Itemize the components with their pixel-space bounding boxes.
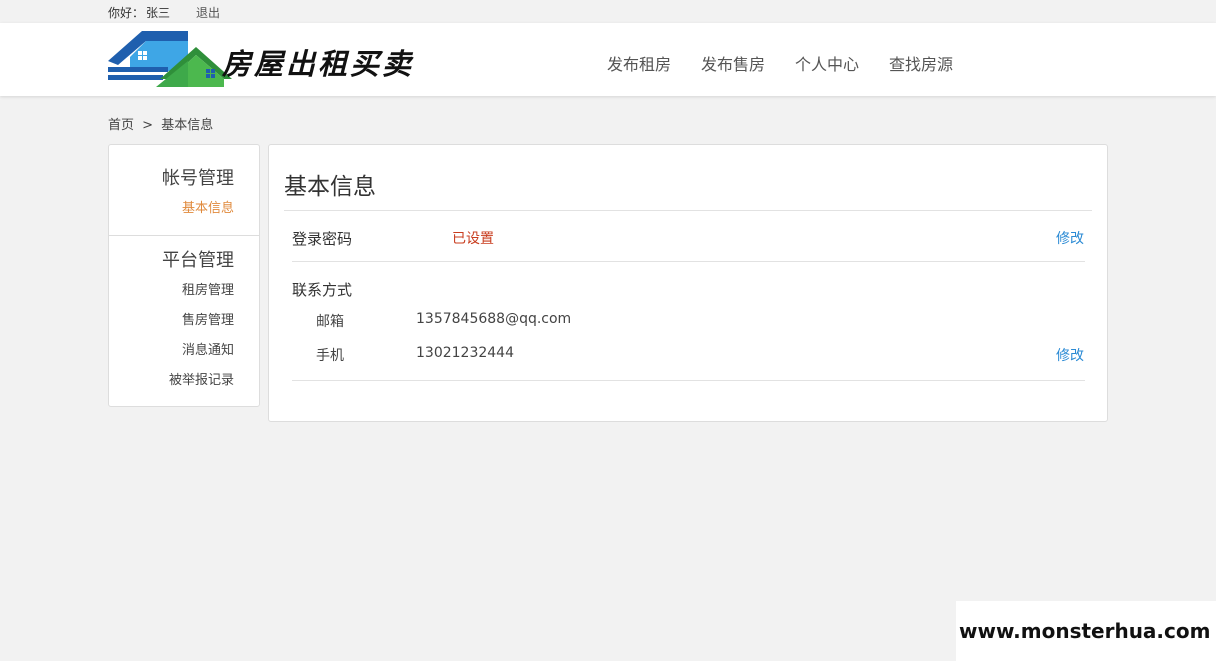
divider bbox=[292, 261, 1085, 262]
nav-personal-center[interactable]: 个人中心 bbox=[795, 51, 859, 75]
house-logo-icon bbox=[108, 31, 232, 87]
nav-publish-sale[interactable]: 发布售房 bbox=[701, 51, 765, 75]
sidebar-item-report-records[interactable]: 被举报记录 bbox=[109, 370, 234, 400]
sidebar-item-basic-info[interactable]: 基本信息 bbox=[109, 198, 234, 228]
sidebar-group-account: 帐号管理 基本信息 bbox=[109, 145, 259, 236]
sidebar-title-account: 帐号管理 bbox=[162, 168, 234, 189]
logo-text: 房屋出租买卖 bbox=[222, 47, 415, 81]
phone-label: 手机 bbox=[316, 348, 344, 364]
main-nav: 发布租房 发布售房 个人中心 查找房源 bbox=[607, 51, 983, 75]
password-label: 登录密码 bbox=[292, 230, 353, 248]
basic-info-panel: 基本信息 登录密码 已设置 修改 联系方式 邮箱 1357845688@qq.c… bbox=[268, 144, 1108, 422]
email-value: 1357845688@qq.com bbox=[416, 311, 572, 327]
breadcrumb-separator: > bbox=[142, 118, 154, 133]
breadcrumb-current: 基本信息 bbox=[161, 118, 214, 133]
watermark: www.monsterhua.com bbox=[956, 601, 1216, 661]
email-label: 邮箱 bbox=[316, 314, 344, 330]
greeting-text: 你好： bbox=[108, 6, 145, 20]
phone-value: 13021232444 bbox=[416, 345, 514, 361]
logout-link[interactable]: 退出 bbox=[196, 4, 220, 21]
site-logo[interactable]: 房屋出租买卖 bbox=[108, 31, 418, 87]
username: 张三 bbox=[146, 6, 171, 20]
nav-find-listings[interactable]: 查找房源 bbox=[889, 51, 953, 75]
sidebar-item-rental-management[interactable]: 租房管理 bbox=[109, 280, 234, 310]
password-status: 已设置 bbox=[452, 231, 494, 247]
divider bbox=[284, 210, 1092, 211]
sidebar: 帐号管理 基本信息 平台管理 租房管理 售房管理 消息通知 被举报记录 bbox=[108, 144, 260, 407]
sidebar-title-platform: 平台管理 bbox=[162, 250, 234, 271]
breadcrumb-home[interactable]: 首页 bbox=[108, 118, 134, 133]
top-bar: 你好： 张三 退出 bbox=[0, 0, 1216, 23]
sidebar-item-sale-management[interactable]: 售房管理 bbox=[109, 310, 234, 340]
sidebar-item-notifications[interactable]: 消息通知 bbox=[109, 340, 234, 370]
page-title: 基本信息 bbox=[284, 174, 376, 200]
sidebar-group-platform: 平台管理 租房管理 售房管理 消息通知 被举报记录 bbox=[109, 236, 259, 400]
divider bbox=[292, 380, 1085, 381]
edit-password-link[interactable]: 修改 bbox=[1056, 228, 1084, 248]
nav-publish-rental[interactable]: 发布租房 bbox=[607, 51, 671, 75]
edit-contact-link[interactable]: 修改 bbox=[1056, 345, 1084, 365]
contact-label: 联系方式 bbox=[292, 281, 353, 299]
header: 房屋出租买卖 发布租房 发布售房 个人中心 查找房源 bbox=[0, 23, 1216, 96]
breadcrumb: 首页 > 基本信息 bbox=[108, 114, 217, 133]
